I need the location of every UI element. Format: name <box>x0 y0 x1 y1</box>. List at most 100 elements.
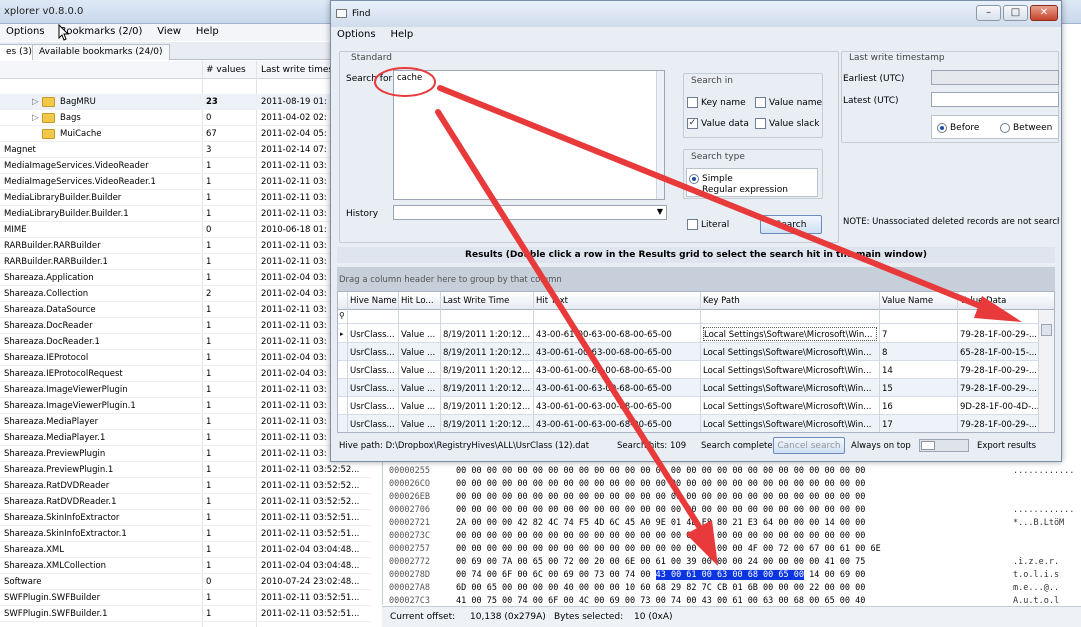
tree-row[interactable]: ▷ Bags 0 2011-04-02 02: <box>0 110 370 126</box>
key-name-checkbox[interactable] <box>687 97 698 108</box>
tree-row[interactable]: SWFPlugin.SWFBuilder.1 1 2011-02-11 03:52:… <box>0 606 370 622</box>
tree-row[interactable]: Shareaza.DataSource 1 2011-02-11 03: <box>0 302 370 318</box>
search-for-scrollbar[interactable] <box>656 71 664 199</box>
tree-row[interactable]: RARBuilder.RARBuilder.1 1 2011-02-11 03: <box>0 254 370 270</box>
col-hive-name[interactable]: Hive Name <box>350 296 397 306</box>
main-menu-options[interactable]: Options <box>0 24 51 39</box>
tree-row[interactable]: MediaLibraryBuilder.Builder 1 2011-02-11 0… <box>0 190 370 206</box>
hex-row[interactable]: 00002757 00 00 00 00 00 00 00 00 00 00 00… <box>383 542 1081 556</box>
tree-row[interactable]: Shareaza.MediaPlayer.1 1 2011-02-11 03: <box>0 430 370 446</box>
tree-row[interactable]: MuiCache 67 2011-02-04 05: <box>0 126 370 142</box>
result-row[interactable]: UsrClass... Value ... 8/19/2011 1:20:12...… <box>338 397 1054 415</box>
tree-row[interactable]: Shareaza.ImageViewerPlugin.1 1 2011-02-11 … <box>0 398 370 414</box>
tree-row[interactable]: Shareaza.XML 1 2011-02-04 03:04:48... <box>0 542 370 558</box>
before-radio[interactable] <box>937 123 947 133</box>
tree-row[interactable]: Shareaza.ImageViewerPlugin 1 2011-02-11 03… <box>0 382 370 398</box>
value-data-checkbox[interactable]: ✓ <box>687 118 698 129</box>
hex-selection[interactable]: 43 00 61 00 63 00 68 00 65 00 <box>655 570 804 580</box>
result-cell-text: 43-00-61-00-63-00-68-00-65-00 <box>536 402 672 412</box>
between-radio[interactable] <box>1000 123 1010 133</box>
result-row[interactable]: UsrClass... Value ... 8/19/2011 1:20:12...… <box>338 343 1054 361</box>
col-hit-location[interactable]: Hit Lo... <box>401 296 434 306</box>
tree-row[interactable]: Shareaza.SkinInfoExtractor.1 1 2011-02-11 … <box>0 526 370 542</box>
history-dropdown[interactable]: ▼ <box>393 205 667 220</box>
scroll-thumb[interactable] <box>1041 324 1052 336</box>
hex-row[interactable]: 00002772 00 69 00 7A 00 65 00 72 00 20 00… <box>383 555 1081 569</box>
tree-row[interactable]: RARBuilder.RARBuilder 1 2011-02-11 03: <box>0 238 370 254</box>
hex-row[interactable]: 0000273C 00 00 00 00 00 00 00 00 00 00 00… <box>383 529 1081 543</box>
cancel-search-button[interactable]: Cancel search <box>773 437 845 454</box>
result-row[interactable]: UsrClass... Value ... 8/19/2011 1:20:12...… <box>338 361 1054 379</box>
tree-row[interactable]: Shareaza.PreviewPlugin 1 2011-02-11 03: <box>0 446 370 462</box>
results-scrollbar[interactable] <box>1038 310 1054 432</box>
result-row[interactable]: UsrClass... Value ... 8/19/2011 1:20:12...… <box>338 415 1054 432</box>
search-for-input[interactable]: cache <box>393 70 665 200</box>
main-menu-help[interactable]: Help <box>190 24 225 39</box>
simple-radio[interactable] <box>689 174 699 184</box>
tree-row-name: Shareaza.Collection <box>4 289 89 299</box>
regex-label[interactable]: Regular expression <box>702 185 788 195</box>
expand-triangle-icon[interactable]: ▷ <box>32 97 39 107</box>
result-row[interactable]: ▸ UsrClass... Value ... 8/19/2011 1:20:12..… <box>338 325 1054 343</box>
hex-row[interactable]: 000026CO 00 00 00 00 00 00 00 00 00 00 00… <box>383 477 1081 491</box>
maximize-icon[interactable]: □ <box>1003 5 1028 21</box>
hex-row[interactable]: 0000278D 00 74 00 6F 00 6C 00 69 00 73 00… <box>383 568 1081 582</box>
close-icon[interactable]: ✕ <box>1030 5 1058 21</box>
col-last-write-time[interactable]: Last Write Time <box>443 296 509 306</box>
registry-tree[interactable]: ▷ BagMRU 23 2011-08-19 01: ▷ Bags 0 2011-04-02 … <box>0 94 370 622</box>
tree-row[interactable]: Shareaza.IEProtocolRequest 1 2011-02-04 03… <box>0 366 370 382</box>
value-name-checkbox[interactable] <box>755 97 766 108</box>
tree-row[interactable]: SWFPlugin.SWFBuilder 1 2011-02-11 03:52:51… <box>0 590 370 606</box>
hex-row[interactable]: 00002721 2A 00 00 00 42 82 4C 74 F5 4D 6C… <box>383 516 1081 530</box>
tree-row[interactable]: Shareaza.RatDVDReader.1 1 2011-02-11 03:52… <box>0 494 370 510</box>
results-grid[interactable]: Hive Name Hit Lo... Last Write Time Hit … <box>337 291 1055 433</box>
minimize-icon[interactable]: – <box>976 5 1001 21</box>
hex-row[interactable]: 00000255 00 00 00 00 00 00 00 00 00 00 00… <box>383 464 1081 478</box>
tree-row[interactable]: MediaLibraryBuilder.Builder.1 1 2011-02-11… <box>0 206 370 222</box>
col-value-data[interactable]: Value Data <box>960 296 1006 306</box>
hex-view[interactable]: 00000255 00 00 00 00 00 00 00 00 00 00 00… <box>382 462 1081 606</box>
tree-row[interactable]: Shareaza.DocReader.1 1 2011-02-11 03: <box>0 334 370 350</box>
main-menu-view[interactable]: View <box>151 24 187 39</box>
value-slack-checkbox[interactable] <box>755 118 766 129</box>
latest-input[interactable] <box>931 92 1059 107</box>
filter-icon[interactable]: ⚲ <box>339 311 345 320</box>
expand-triangle-icon[interactable]: ▷ <box>32 113 39 123</box>
tree-row-name: BagMRU <box>60 97 96 107</box>
filter-row[interactable]: ⚲ <box>338 310 1054 324</box>
hex-row[interactable]: 00002706 00 00 00 00 00 00 00 00 00 00 00… <box>383 503 1081 517</box>
literal-checkbox[interactable] <box>687 219 698 230</box>
tree-row[interactable]: Shareaza.Application 1 2011-02-04 03: <box>0 270 370 286</box>
hex-row[interactable]: 000026EB 00 00 00 00 00 00 00 00 00 00 00… <box>383 490 1081 504</box>
tree-row[interactable]: Shareaza.MediaPlayer 1 2011-02-11 03: <box>0 414 370 430</box>
tree-row[interactable]: Shareaza.DocReader 1 2011-02-11 03: <box>0 318 370 334</box>
export-results-button[interactable]: Export results <box>977 441 1036 451</box>
tree-row[interactable]: Shareaza.RatDVDReader 1 2011-02-11 03:52:5… <box>0 478 370 494</box>
result-row[interactable]: UsrClass... Value ... 8/19/2011 1:20:12...… <box>338 379 1054 397</box>
find-menu-help[interactable]: Help <box>384 27 419 42</box>
tree-row[interactable]: Magnet 3 2011-02-14 07: <box>0 142 370 158</box>
col-hit-text[interactable]: Hit Text <box>536 296 568 306</box>
hex-row[interactable]: 000027A8 6D 00 65 00 00 00 00 40 00 00 00… <box>383 581 1081 595</box>
group-by-area[interactable]: Drag a column header here to group by th… <box>337 267 1055 291</box>
tree-row[interactable]: MediaImageServices.VideoReader 1 2011-02-1… <box>0 158 370 174</box>
tree-row[interactable]: Shareaza.XMLCollection 1 2011-02-04 03:04:… <box>0 558 370 574</box>
col-value-name[interactable]: Value Name <box>882 296 933 306</box>
find-menu-options[interactable]: Options <box>331 27 382 42</box>
tree-row[interactable]: Shareaza.Collection 2 2011-02-04 03: <box>0 286 370 302</box>
tree-row[interactable]: MediaImageServices.VideoReader.1 1 2011-02… <box>0 174 370 190</box>
earliest-input[interactable] <box>931 70 1059 85</box>
tree-row[interactable]: ▷ BagMRU 23 2011-08-19 01: <box>0 94 370 110</box>
always-on-top-toggle[interactable] <box>919 439 969 452</box>
tree-row[interactable]: Shareaza.IEProtocol 1 2011-02-04 03: <box>0 350 370 366</box>
search-button[interactable]: Search <box>760 215 822 234</box>
tree-row[interactable]: Shareaza.PreviewPlugin.1 1 2011-02-11 03:5… <box>0 462 370 478</box>
tree-row[interactable]: Shareaza.SkinInfoExtractor 1 2011-02-11 03… <box>0 510 370 526</box>
col-values-header[interactable]: # values <box>206 65 246 75</box>
toggle-knob[interactable] <box>921 441 935 450</box>
tree-row[interactable]: MIME 0 2010-06-18 01: <box>0 222 370 238</box>
col-time-header[interactable]: Last write times <box>261 65 333 75</box>
tree-row[interactable]: Software 0 2010-07-24 23:02:48... <box>0 574 370 590</box>
col-key-path[interactable]: Key Path <box>703 296 740 306</box>
tab-available-bookmarks[interactable]: Available bookmarks (24/0) <box>32 44 170 60</box>
